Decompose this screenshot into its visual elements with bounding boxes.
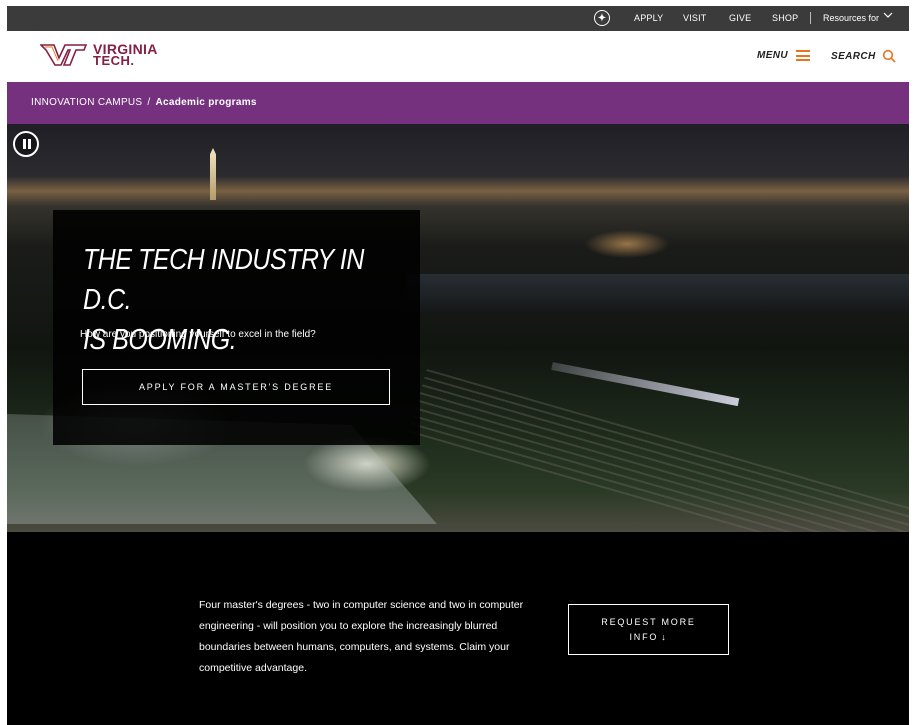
intro-section: Four master's degrees - two in computer … (7, 532, 909, 725)
accessibility-icon[interactable]: ✦ (594, 10, 610, 26)
hero-section: THE TECH INDUSTRY IN D.C. IS BOOMING. Ho… (7, 124, 909, 532)
hero-title: THE TECH INDUSTRY IN D.C. IS BOOMING. (83, 240, 367, 360)
page-frame: ✦ APPLY VISIT GIVE SHOP Resources for VI… (7, 6, 909, 725)
request-info-button[interactable]: REQUEST MORE INFO ↓ (568, 604, 729, 655)
hero-rail-tracks (407, 369, 909, 532)
hero-subtitle: How are you positioning yourself to exce… (80, 329, 316, 340)
hero-title-line-1: THE TECH INDUSTRY IN D.C. (83, 244, 365, 316)
menu-button[interactable]: MENU (757, 50, 811, 61)
hero-monument (210, 148, 216, 200)
search-button[interactable]: SEARCH (831, 49, 896, 63)
request-info-line-1: REQUEST MORE (601, 617, 696, 627)
hero-train (551, 362, 740, 407)
hero-title-line-2: IS BOOMING. (83, 324, 237, 356)
utility-link-give[interactable]: GIVE (729, 13, 751, 23)
search-icon (882, 49, 896, 63)
search-label: SEARCH (831, 50, 876, 62)
utility-link-apply[interactable]: APPLY (634, 13, 663, 23)
vt-logo[interactable]: VIRGINIA TECH. (40, 42, 158, 68)
arrow-down-icon: ↓ (661, 632, 668, 642)
utility-link-visit[interactable]: VISIT (683, 13, 707, 23)
breadcrumb-parent-link[interactable]: INNOVATION CAMPUS (31, 97, 142, 108)
chevron-down-icon[interactable] (883, 10, 893, 20)
intro-blurb: Four master's degrees - two in computer … (199, 599, 524, 674)
utility-bar: ✦ APPLY VISIT GIVE SHOP Resources for (7, 6, 909, 31)
utility-divider (810, 12, 811, 24)
hero-card: THE TECH INDUSTRY IN D.C. IS BOOMING. Ho… (53, 210, 420, 445)
request-info-line-2: INFO (629, 632, 659, 642)
apply-masters-button[interactable]: APPLY FOR A MASTER'S DEGREE (82, 369, 390, 405)
pause-icon[interactable] (13, 131, 39, 157)
site-header: VIRGINIA TECH. MENU SEARCH (7, 31, 909, 82)
utility-link-shop[interactable]: SHOP (772, 13, 798, 23)
breadcrumb-current: Academic programs (155, 97, 257, 108)
breadcrumb-bar: INNOVATION CAMPUS / Academic programs (7, 82, 909, 124)
vt-monogram-icon (40, 44, 88, 66)
hero-river (407, 274, 909, 314)
hero-city-skyline (7, 176, 909, 206)
breadcrumb-separator: / (147, 97, 151, 108)
vt-wordmark: VIRGINIA TECH. (93, 42, 158, 67)
breadcrumb: INNOVATION CAMPUS / Academic programs (31, 97, 257, 108)
resources-for-dropdown[interactable]: Resources for (823, 13, 879, 23)
menu-label: MENU (757, 50, 789, 61)
hamburger-icon (796, 50, 811, 61)
